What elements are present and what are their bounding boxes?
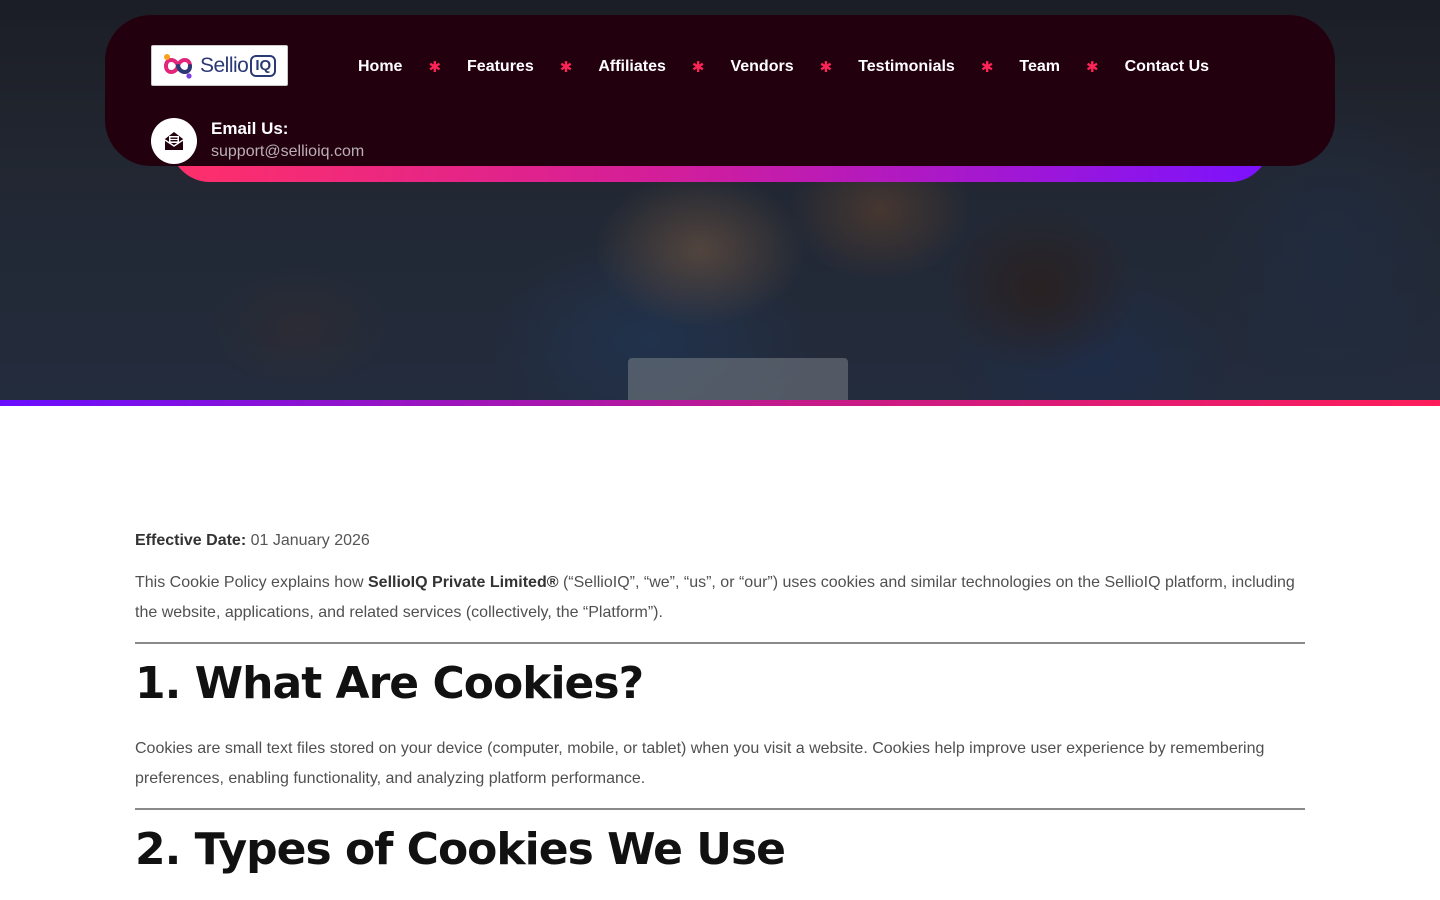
site-header: Sellio IQ Home ✱ Features ✱ Affiliates ✱… xyxy=(105,15,1335,166)
asterisk-separator-icon: ✱ xyxy=(428,58,442,76)
nav-contact-us[interactable]: Contact Us xyxy=(1125,58,1209,76)
email-link[interactable]: support@sellioiq.com xyxy=(211,143,364,161)
effective-date-label: Effective Date: xyxy=(135,532,247,549)
hero-laptop-image xyxy=(628,358,848,400)
envelope-open-icon-glyph xyxy=(164,132,184,150)
nav-affiliates[interactable]: Affiliates xyxy=(598,58,666,76)
section-heading-types-of-cookies: 2. Types of Cookies We Use xyxy=(135,824,786,875)
section-divider xyxy=(135,808,1305,810)
asterisk-separator-icon: ✱ xyxy=(1086,58,1099,76)
nav-testimonials[interactable]: Testimonials xyxy=(858,58,955,76)
nav-features[interactable]: Features xyxy=(467,58,534,76)
nav-team[interactable]: Team xyxy=(1019,58,1060,76)
asterisk-separator-icon: ✱ xyxy=(819,58,833,76)
section-paragraph-what-are-cookies: Cookies are small text files stored on y… xyxy=(135,740,1265,787)
asterisk-separator-icon: ✱ xyxy=(559,58,573,76)
logo-text: Sellio xyxy=(200,53,249,77)
effective-date-value: 01 January 2026 xyxy=(250,532,370,549)
intro-text-start: This Cookie Policy explains how xyxy=(135,574,368,591)
site-logo[interactable]: Sellio IQ xyxy=(151,45,288,86)
section-heading-what-are-cookies: 1. What Are Cookies? xyxy=(135,658,644,709)
policy-content: Effective Date: 01 January 2026 This Coo… xyxy=(135,528,1305,880)
hero-gradient-stripe xyxy=(0,400,1440,406)
asterisk-separator-icon: ✱ xyxy=(980,58,994,76)
email-label: Email Us: xyxy=(211,119,289,138)
main-nav: Home ✱ Features ✱ Affiliates ✱ Vendors ✱… xyxy=(358,55,1209,79)
company-name: SellioIQ Private Limited® xyxy=(368,574,559,591)
logo-badge: IQ xyxy=(250,54,277,77)
infinity-logo-icon xyxy=(163,53,193,79)
envelope-open-icon xyxy=(151,118,197,164)
section-divider xyxy=(135,642,1305,644)
nav-home[interactable]: Home xyxy=(358,58,402,76)
effective-date: Effective Date: 01 January 2026 xyxy=(135,528,1305,554)
asterisk-separator-icon: ✱ xyxy=(691,58,705,76)
nav-vendors[interactable]: Vendors xyxy=(730,58,793,76)
intro-paragraph: This Cookie Policy explains how SellioIQ… xyxy=(135,568,1305,628)
